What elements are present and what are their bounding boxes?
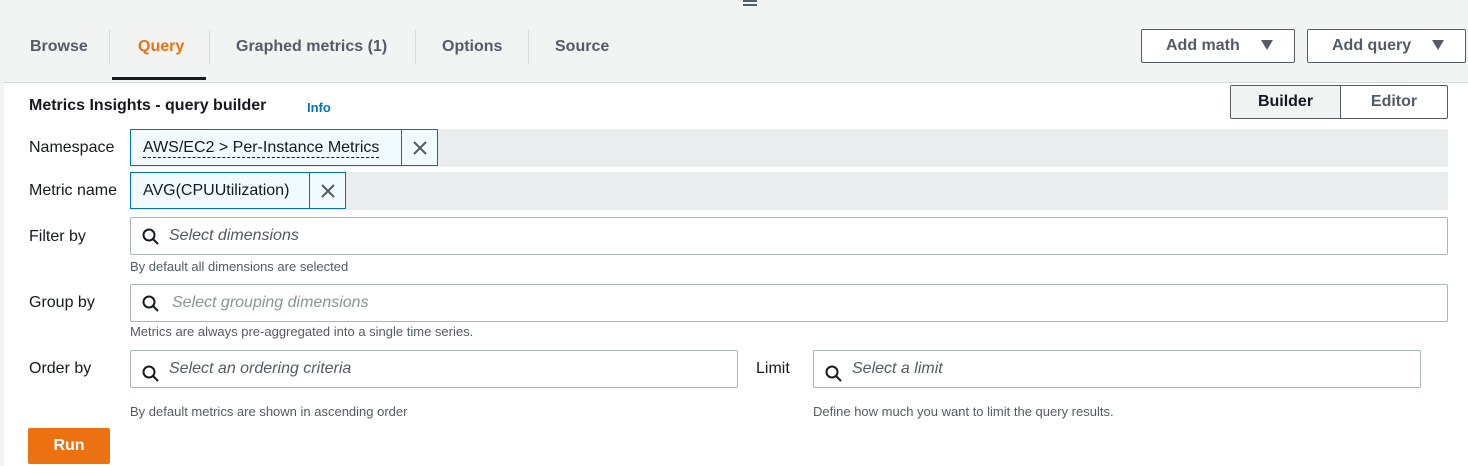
builder-editor-toggle: Builder Editor	[1230, 85, 1448, 119]
search-icon	[142, 295, 159, 312]
namespace-token-text: AWS/EC2 > Per-Instance Metrics	[131, 130, 401, 165]
search-icon	[142, 228, 159, 245]
tab-divider	[528, 30, 529, 64]
order-by-help: By default metrics are shown in ascendin…	[130, 404, 408, 419]
tab-divider	[109, 30, 110, 64]
namespace-label: Namespace	[29, 139, 115, 156]
metric-name-token[interactable]: AVG(CPUUtilization)	[130, 172, 346, 209]
filter-by-field[interactable]	[130, 217, 1448, 255]
limit-help: Define how much you want to limit the qu…	[813, 404, 1114, 419]
close-icon[interactable]	[401, 130, 437, 165]
tab-divider	[209, 30, 210, 64]
filter-by-help: By default all dimensions are selected	[130, 259, 349, 274]
filter-by-label: Filter by	[29, 228, 86, 245]
limit-label: Limit	[756, 360, 790, 377]
tab-source[interactable]: Source	[555, 18, 609, 80]
caret-down-icon	[1261, 40, 1273, 50]
group-by-help: Metrics are always pre-aggregated into a…	[130, 324, 474, 339]
limit-field[interactable]	[813, 350, 1421, 388]
group-by-label: Group by	[29, 294, 95, 311]
caret-down-icon	[1432, 40, 1444, 50]
tab-query[interactable]: Query	[111, 18, 207, 80]
tab-graphed-metrics[interactable]: Graphed metrics (1)	[236, 18, 387, 80]
namespace-value: AWS/EC2 > Per-Instance Metrics	[143, 138, 380, 158]
add-math-label: Add math	[1166, 37, 1240, 54]
panel-resize-handle-icon[interactable]	[743, 0, 757, 10]
run-button[interactable]: Run	[28, 428, 110, 464]
tab-divider	[415, 30, 416, 64]
add-query-label: Add query	[1332, 37, 1412, 54]
metric-name-value: AVG(CPUUtilization)	[143, 181, 290, 199]
search-icon	[825, 365, 842, 382]
query-builder-panel: Metrics Insights - query builder Info Bu…	[4, 82, 1468, 466]
page-title: Metrics Insights - query builder	[29, 97, 267, 114]
order-by-field[interactable]	[130, 350, 738, 388]
order-by-label: Order by	[29, 360, 92, 377]
close-icon[interactable]	[309, 173, 345, 208]
tab-browse[interactable]: Browse	[30, 18, 88, 80]
filter-by-input[interactable]	[169, 218, 1439, 254]
group-by-field[interactable]	[130, 284, 1448, 322]
tab-options[interactable]: Options	[442, 18, 502, 80]
editor-mode-button[interactable]: Editor	[1341, 86, 1447, 118]
metric-name-field[interactable]: AVG(CPUUtilization)	[130, 172, 1448, 210]
group-by-input[interactable]	[172, 285, 1439, 321]
namespace-field[interactable]: AWS/EC2 > Per-Instance Metrics	[130, 129, 1448, 167]
metric-name-label: Metric name	[29, 182, 118, 199]
builder-mode-button[interactable]: Builder	[1231, 86, 1341, 118]
search-icon	[142, 365, 159, 382]
limit-input[interactable]	[852, 351, 1412, 387]
add-math-button[interactable]: Add math	[1141, 29, 1295, 63]
order-by-input[interactable]	[169, 351, 729, 387]
add-query-button[interactable]: Add query	[1307, 29, 1466, 63]
namespace-token[interactable]: AWS/EC2 > Per-Instance Metrics	[130, 129, 438, 166]
info-link[interactable]: Info	[307, 100, 331, 115]
